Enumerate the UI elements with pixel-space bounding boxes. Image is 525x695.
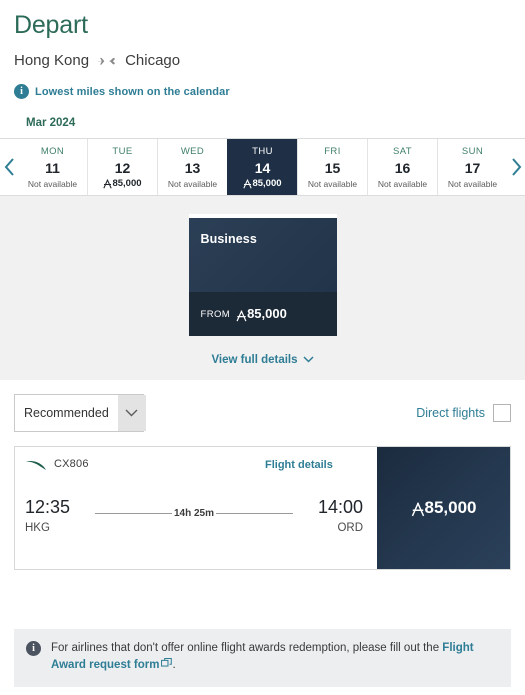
direct-flights-checkbox[interactable] (493, 404, 511, 422)
cabin-class-panel: Business FROM 85,000 View full details (0, 196, 525, 380)
calendar-day-number: 12 (114, 160, 131, 176)
calendar-day-status: Not available (27, 179, 78, 189)
page-title: Depart (14, 11, 88, 39)
flight-details-link[interactable]: Flight details (265, 459, 333, 471)
calendar-day-weekday: FRI (324, 146, 341, 157)
calendar-day-miles-value: 85,000 (252, 178, 282, 189)
lowest-miles-note: i Lowest miles shown on the calendar (14, 84, 511, 99)
calendar-day-number: 17 (464, 160, 481, 176)
flight-duration: 14h 25m (173, 508, 215, 519)
sort-select[interactable]: Recommended (14, 394, 146, 432)
destination-city: Chicago (125, 52, 181, 69)
direct-flights-filter[interactable]: Direct flights (416, 404, 511, 422)
calendar-day-miles: 85,000 (228, 178, 297, 191)
direct-flights-label: Direct flights (416, 406, 485, 420)
calendar-day-13[interactable]: WED 13 Not available (157, 139, 227, 195)
departure-block: 12:35 HKG (25, 497, 87, 536)
flight-price-value: 85,000 (424, 497, 477, 517)
external-link-icon[interactable] (161, 658, 173, 675)
calendar-day-number: 13 (184, 160, 201, 176)
calendar-month-label: Mar 2024 (26, 117, 76, 129)
flight-number: CX806 (54, 458, 89, 470)
calendar-day-16[interactable]: SAT 16 Not available (367, 139, 437, 195)
flight-duration-block: 14h 25m (87, 508, 301, 519)
flight-result-details: CX806 Flight details 12:35 HKG 14h 25m 1… (15, 447, 377, 569)
view-full-details-label: View full details (211, 354, 298, 366)
duration-line-left (95, 513, 172, 514)
depart-flight-search-page: Depart Hong Kong Chicago i Lowest miles … (0, 0, 525, 695)
page-header: Depart Hong Kong Chicago i Lowest miles … (0, 0, 525, 99)
arrival-block: 14:00 ORD (301, 497, 363, 536)
cabin-card-business[interactable]: Business FROM 85,000 (188, 214, 337, 336)
asia-miles-icon (236, 307, 247, 322)
departure-time: 12:35 (25, 497, 71, 517)
cabin-card-body: Business (188, 218, 337, 292)
calendar-strip: MON 11 Not available TUE 12 85,000 WED 13 Not av… (0, 138, 525, 196)
route-summary: Hong Kong Chicago (14, 52, 511, 70)
chevron-down-icon[interactable] (117, 395, 146, 431)
cabin-card-footer: FROM 85,000 (188, 292, 337, 336)
results-filter-bar: Recommended Direct flights (0, 380, 525, 432)
origin-city: Hong Kong (14, 52, 90, 69)
cabin-from-label: FROM (200, 308, 231, 320)
calendar-prev-button[interactable] (0, 139, 18, 195)
calendar-day-weekday: MON (40, 146, 65, 157)
award-request-notice: i For airlines that don't offer online f… (14, 629, 511, 687)
info-icon: i (14, 84, 29, 99)
chevron-down-icon (303, 354, 314, 366)
calendar-day-number: 16 (394, 160, 411, 176)
calendar-day-status: Not available (447, 179, 498, 189)
lowest-miles-label: Lowest miles shown on the calendar (35, 85, 230, 98)
calendar-day-number: 11 (45, 160, 60, 176)
calendar-day-status: Not available (307, 179, 358, 189)
calendar-day-miles-value: 85,000 (112, 178, 142, 189)
flight-result-card[interactable]: CX806 Flight details 12:35 HKG 14h 25m 1… (14, 446, 511, 570)
calendar-day-weekday: TUE (112, 146, 133, 157)
calendar-day-list: MON 11 Not available TUE 12 85,000 WED 13 Not av… (18, 139, 507, 195)
calendar-day-weekday: THU (252, 146, 273, 157)
duration-line-right (216, 513, 293, 514)
cabin-price: 85,000 (236, 306, 287, 322)
flight-price-button[interactable]: 85,000 (377, 447, 510, 569)
calendar-day-weekday: SUN (461, 146, 484, 157)
view-full-details-button[interactable]: View full details (0, 354, 525, 366)
calendar-day-number: 14 (254, 160, 271, 176)
calendar-day-15[interactable]: FRI 15 Not available (297, 139, 367, 195)
notice-text-after: . (172, 659, 176, 671)
calendar-day-number: 15 (324, 160, 341, 176)
cathay-brushwing-icon (25, 457, 47, 471)
asia-miles-icon (411, 499, 425, 519)
calendar-day-17[interactable]: SUN 17 Not available (437, 139, 507, 195)
calendar-day-status: Not available (377, 179, 428, 189)
calendar-day-weekday: SAT (393, 146, 412, 157)
info-icon: i (26, 641, 41, 656)
arrival-airport-code: ORD (337, 522, 363, 534)
calendar-day-miles: 85,000 (88, 178, 157, 191)
notice-text-before: For airlines that don't offer online fli… (51, 642, 440, 654)
calendar-day-status: Not available (167, 179, 218, 189)
flight-times-row: 12:35 HKG 14h 25m 14:00 ORD (25, 497, 363, 536)
arrival-time: 14:00 (317, 497, 363, 517)
calendar-next-button[interactable] (507, 139, 525, 195)
cabin-name: Business (200, 232, 257, 246)
departure-airport-code: HKG (25, 522, 50, 534)
calendar-day-14[interactable]: THU 14 85,000 (227, 139, 297, 195)
calendar-day-weekday: WED (180, 146, 205, 157)
calendar-day-12[interactable]: TUE 12 85,000 (87, 139, 157, 195)
notice-text: For airlines that don't offer online fli… (51, 640, 499, 675)
sort-select-value: Recommended (24, 406, 109, 420)
calendar-day-11[interactable]: MON 11 Not available (18, 139, 87, 195)
flight-result-header: CX806 Flight details (25, 457, 363, 471)
cabin-price-value: 85,000 (247, 306, 287, 321)
plane-icon (97, 54, 117, 68)
date-calendar: Mar 2024 MON 11 Not available TUE 12 85,000 WE… (0, 117, 525, 196)
flight-price: 85,000 (411, 498, 477, 519)
